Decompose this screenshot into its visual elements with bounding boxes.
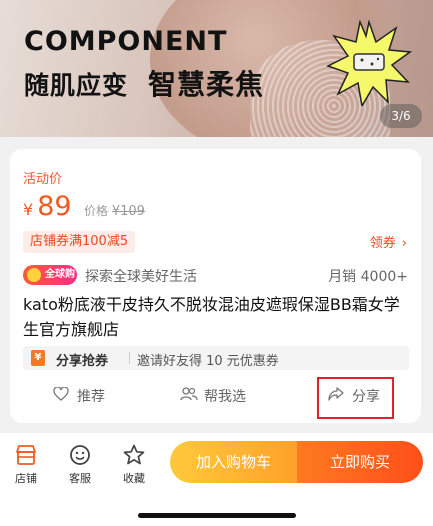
coupon-icon: ¥ [31,350,45,366]
store-coupon-badge[interactable]: 店铺券满100减5 [23,231,136,253]
activity-price: ¥89 [23,191,72,222]
help-pick-label: 帮我选 [204,389,246,405]
get-coupon-link[interactable]: 领券 › [370,232,407,251]
monthly-sales: 月销 4000+ [328,269,408,285]
product-title: kato粉底液干皮持久不脱妆混油皮遮瑕保湿BB霜女学生官方旗舰店 [23,295,400,339]
product-banner[interactable]: COMPONENT 随肌应变 智慧柔焦 3/6 [0,0,433,137]
globe-icon [27,268,41,282]
help-pick-button[interactable]: 帮我选 [180,386,246,406]
share-highlight-box [317,377,394,419]
price-value: 89 [37,191,72,222]
tab-favorite-label: 收藏 [123,472,145,485]
tab-service-label: 客服 [69,472,91,485]
recommend-button[interactable]: 推荐 [53,386,105,406]
divider [129,352,130,364]
banner-title-cn-left: 随肌应变 [24,71,129,100]
original-price-label: 价格 [84,204,109,218]
store-icon [16,445,36,465]
product-info-card: 活动价 ¥89 价格 ¥109 店铺券满100减5 领券 › 全球购 探索全球美好… [10,149,421,423]
star-icon [123,444,145,465]
share-coupon-bar[interactable]: ¥ 分享抢券 邀请好友得 10 元优惠券 [23,346,409,370]
home-indicator[interactable] [138,513,296,518]
recommend-label: 推荐 [77,389,105,405]
buy-now-button[interactable]: 立即购买 [297,441,423,483]
heart-icon [53,386,71,405]
bottom-action-bar: 店铺 客服 收藏 加入购物车 立即购买 [0,433,433,526]
get-coupon-label: 领券 [369,236,396,251]
people-icon [180,387,198,405]
tab-service[interactable]: 客服 [60,443,100,486]
activity-price-label: 活动价 [23,172,63,187]
share-coupon-label: 分享抢券 [56,354,109,369]
currency-symbol: ¥ [23,200,34,219]
tab-favorite[interactable]: 收藏 [114,443,154,486]
chevron-right-icon: › [401,236,407,251]
banner-title-cn-right: 智慧柔焦 [148,68,265,101]
original-price-value: ¥109 [111,204,145,219]
banner-title-cn: 随肌应变 智慧柔焦 [24,63,264,103]
original-price: 价格 ¥109 [84,202,145,219]
global-badge-label: 全球购 [45,269,75,280]
tab-store-label: 店铺 [15,472,37,485]
global-purchase-badge: 全球购 [23,265,77,285]
global-slogan: 探索全球美好生活 [85,269,197,285]
customer-service-icon [70,445,90,465]
banner-page-indicator: 3/6 [380,104,422,128]
tab-store[interactable]: 店铺 [6,443,46,486]
add-to-cart-button[interactable]: 加入购物车 [170,441,297,483]
banner-title-en: COMPONENT [24,26,228,57]
share-coupon-desc: 邀请好友得 10 元优惠券 [137,354,279,369]
puff-starburst-icon [326,20,412,106]
